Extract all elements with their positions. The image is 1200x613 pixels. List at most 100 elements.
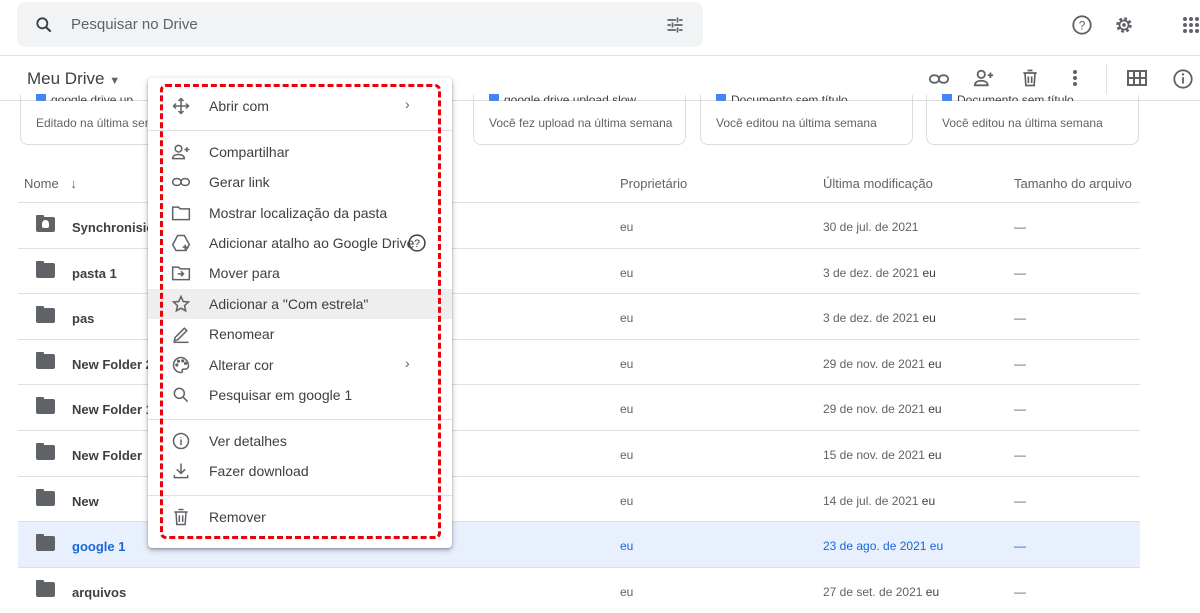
column-name-label: Nome [24, 176, 59, 191]
menu-divider [148, 419, 452, 420]
menu-item[interactable]: Renomear [148, 319, 452, 349]
menu-item[interactable]: Compartilhar [148, 137, 452, 167]
doc-icon [489, 94, 499, 101]
page-title[interactable]: Meu Drive ▼ [27, 69, 120, 89]
apps-icon[interactable] [1182, 14, 1200, 36]
search-icon[interactable] [33, 14, 55, 36]
modified-date: 14 de jul. de 2021 [823, 493, 919, 508]
owner: eu [620, 265, 634, 280]
column-header-modified[interactable]: Última modificação [823, 176, 933, 191]
suggested-file-card[interactable]: google drive upload slow ... Você fez upl… [473, 93, 686, 145]
folder-icon [36, 351, 55, 369]
grid-view-icon[interactable] [1125, 67, 1149, 89]
modified-by: eu [928, 356, 942, 371]
menu-item[interactable]: Adicionar a "Com estrela" [148, 289, 452, 319]
column-header-name[interactable]: Nome ↓ [24, 176, 77, 191]
owner: eu [620, 584, 634, 599]
more-options-icon[interactable] [1066, 67, 1084, 89]
modified: 3 de dez. de 2021 eu [823, 311, 936, 325]
owner: eu [620, 493, 634, 508]
modified-by: eu [928, 448, 942, 462]
folder-icon [36, 443, 55, 460]
file-name: google 1 [72, 539, 126, 555]
folder-icon [36, 397, 55, 415]
menu-item[interactable]: Mostrar localização da pasta [148, 198, 452, 228]
svg-text:?: ? [414, 238, 420, 250]
modified-by: eu [929, 539, 944, 554]
palette-icon [170, 354, 192, 376]
chevron-down-icon[interactable]: ▼ [109, 75, 120, 87]
link-icon[interactable] [927, 68, 951, 90]
pencil-icon [170, 323, 192, 345]
help-icon[interactable]: ? [1070, 13, 1094, 37]
info-icon[interactable] [1171, 67, 1195, 91]
menu-item[interactable]: Ver detalhes [148, 426, 452, 456]
menu-item-label: Mover para [209, 265, 280, 281]
file-name: Synchronisier [72, 220, 159, 235]
folder-icon [36, 306, 55, 324]
file-name: New [72, 493, 99, 509]
menu-item-label: Gerar link [209, 174, 270, 190]
file-size: — [1014, 539, 1026, 554]
divider [0, 55, 1200, 56]
menu-item[interactable]: Adicionar atalho ao Google Drive? [148, 228, 452, 258]
owner: eu [620, 448, 634, 462]
menu-item-label: Ver detalhes [209, 433, 287, 449]
arrow-down-icon[interactable]: ↓ [70, 176, 77, 191]
card-subtitle: Você editou na última semana [942, 116, 1103, 130]
menu-divider [148, 130, 452, 131]
owner: eu [620, 311, 634, 326]
column-header-owner[interactable]: Proprietário [620, 176, 687, 191]
card-title: google drive upload slow ... [504, 93, 650, 101]
suggested-file-card[interactable]: Documento sem título Você editou na últim… [700, 93, 913, 145]
modified: 3 de dez. de 2021 eu [823, 266, 936, 280]
modified: 29 de nov. de 2021 eu [823, 402, 942, 416]
file-name: New Folder [72, 448, 143, 463]
modified-date: 3 de dez. de 2021 [823, 311, 920, 326]
table-row[interactable]: arquivos eu 27 de set. de 2021 eu — [18, 566, 1140, 613]
modified-by: eu [928, 402, 942, 417]
gear-icon[interactable] [1112, 13, 1136, 37]
menu-item-label: Mostrar localização da pasta [209, 205, 388, 221]
menu-item-label: Alterar cor [209, 357, 274, 373]
file-size: — [1014, 220, 1026, 234]
doc-icon [942, 94, 952, 101]
trash-icon[interactable] [1018, 67, 1042, 89]
modified-by: eu [922, 265, 936, 280]
card-subtitle: Você editou na última semana [716, 116, 877, 130]
menu-item[interactable]: Mover para [148, 258, 452, 288]
chevron-right-icon: › [405, 96, 410, 112]
info-icon [170, 430, 192, 452]
page-title-text: Meu Drive [27, 69, 105, 88]
search-options-icon[interactable] [664, 14, 686, 36]
menu-item[interactable]: Pesquisar em google 1 [148, 380, 452, 410]
menu-item[interactable]: Abrir com › [148, 91, 452, 121]
file-name: pas [72, 311, 95, 327]
folder-icon [36, 534, 55, 552]
suggested-file-card[interactable]: Documento sem título Você editou na últim… [926, 93, 1139, 145]
share-icon[interactable] [972, 67, 996, 89]
link-icon [170, 171, 192, 193]
menu-item[interactable]: Gerar link [148, 167, 452, 197]
move-to-icon [170, 262, 192, 284]
help-icon[interactable]: ? [406, 232, 428, 254]
trash-icon [170, 506, 192, 528]
folder-outline-icon [170, 202, 192, 224]
search-input[interactable]: Pesquisar no Drive [71, 16, 198, 33]
search-bar[interactable]: Pesquisar no Drive [17, 2, 703, 47]
modified-date: 23 de ago. de 2021 [823, 539, 927, 554]
open-with-icon [170, 95, 192, 117]
menu-item[interactable]: Remover [148, 502, 452, 532]
menu-item[interactable]: Fazer download [148, 456, 452, 486]
file-size: — [1014, 311, 1026, 326]
folder-icon [36, 488, 55, 506]
chevron-right-icon: › [405, 355, 410, 371]
menu-divider [148, 495, 452, 496]
menu-item[interactable]: Alterar cor › [148, 350, 452, 380]
card-subtitle: Você fez upload na última semana [489, 116, 673, 130]
file-name: arquivos [72, 584, 127, 600]
menu-item-label: Renomear [209, 326, 275, 342]
modified-date: 15 de nov. de 2021 [823, 448, 925, 462]
column-header-size[interactable]: Tamanho do arquivo [1014, 176, 1132, 191]
divider [1106, 64, 1107, 94]
